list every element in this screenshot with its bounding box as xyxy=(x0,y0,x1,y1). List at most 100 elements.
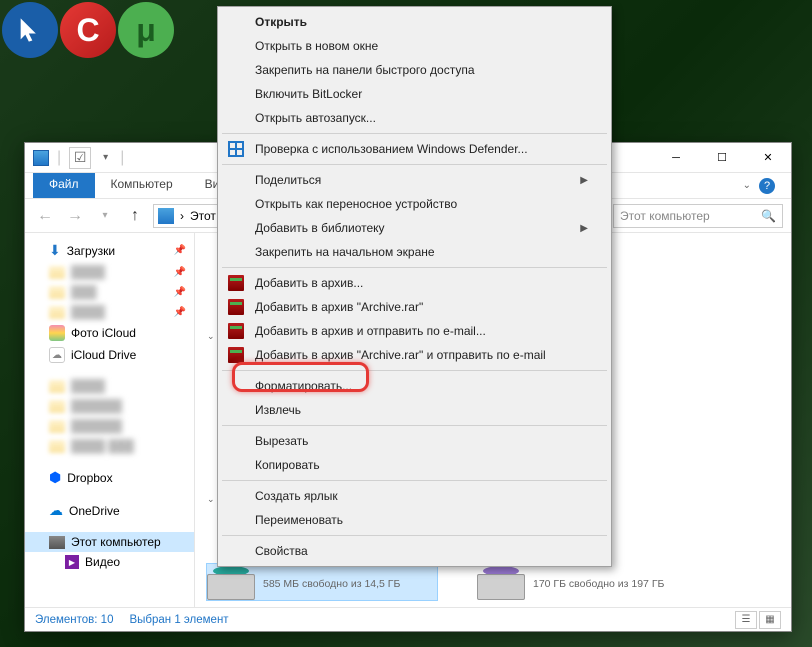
winrar-icon xyxy=(228,299,244,315)
drive-item[interactable]: 170 ГБ свободно из 197 ГБ xyxy=(477,564,707,600)
folder-icon xyxy=(49,380,65,393)
search-placeholder: Этот компьютер xyxy=(620,209,710,223)
chevron-down-icon: ⌄ xyxy=(207,331,215,342)
menu-item-add-archive-email[interactable]: Добавить в архив и отправить по e-mail..… xyxy=(221,319,608,343)
submenu-arrow-icon: ▶ xyxy=(580,223,588,234)
menu-item-cut[interactable]: Вырезать xyxy=(221,429,608,453)
search-icon: 🔍 xyxy=(761,209,776,223)
menu-item-format[interactable]: Форматировать... xyxy=(221,374,608,398)
sidebar-item-label: Видео xyxy=(85,555,120,569)
qat-dropdown-icon[interactable]: ▾ xyxy=(99,152,112,163)
view-details-button[interactable]: ☰ xyxy=(735,611,757,629)
menu-item-share[interactable]: Поделиться▶ xyxy=(221,168,608,192)
sidebar-item-folder[interactable]: ████ xyxy=(25,376,194,396)
sidebar-item-dropbox[interactable]: ⬢Dropbox xyxy=(25,466,194,489)
sidebar-item-video[interactable]: ▶Видео xyxy=(25,552,194,572)
titlebar-separator: | xyxy=(120,149,124,167)
sidebar-item-downloads[interactable]: ⬇ Загрузки 📌 xyxy=(25,239,194,262)
sidebar-item-label: iCloud Drive xyxy=(71,348,136,362)
menu-separator xyxy=(222,535,607,536)
menu-separator xyxy=(222,425,607,426)
status-bar: Элементов: 10 Выбран 1 элемент ☰ ▦ xyxy=(25,607,791,631)
help-icon[interactable]: ? xyxy=(759,178,775,194)
nav-forward-button[interactable]: → xyxy=(63,204,87,228)
sidebar-item-label: Этот компьютер xyxy=(71,535,161,549)
menu-item-autoplay[interactable]: Открыть автозапуск... xyxy=(221,106,608,130)
maximize-button[interactable]: ☐ xyxy=(699,143,745,173)
ribbon-collapse-icon[interactable]: ⌄ xyxy=(743,180,751,191)
menu-item-pin-quick-access[interactable]: Закрепить на панели быстрого доступа xyxy=(221,58,608,82)
drive-free-text: 585 МБ свободно из 14,5 ГБ xyxy=(263,578,400,590)
submenu-arrow-icon: ▶ xyxy=(580,175,588,186)
defender-icon xyxy=(228,141,244,157)
sidebar-item-folder[interactable]: ██████ xyxy=(25,416,194,436)
status-item-count: Элементов: 10 xyxy=(35,614,113,626)
context-menu: Открыть Открыть в новом окне Закрепить н… xyxy=(217,6,612,567)
menu-item-pin-start[interactable]: Закрепить на начальном экране xyxy=(221,240,608,264)
menu-item-eject[interactable]: Извлечь xyxy=(221,398,608,422)
menu-separator xyxy=(222,164,607,165)
menu-item-add-library[interactable]: Добавить в библиотеку▶ xyxy=(221,216,608,240)
sidebar-item-pinned[interactable]: ████📌 xyxy=(25,262,194,282)
address-separator: › xyxy=(180,209,184,223)
menu-separator xyxy=(222,133,607,134)
view-icons-button[interactable]: ▦ xyxy=(759,611,781,629)
taskbar-utorrent-icon[interactable]: μ xyxy=(118,2,174,58)
icloud-drive-icon: ☁ xyxy=(49,347,65,363)
sidebar-item-folder[interactable]: ████ ███ xyxy=(25,436,194,456)
sidebar-item-label: Фото iCloud xyxy=(71,326,136,340)
folder-icon xyxy=(49,400,65,413)
sidebar-item-icloud-drive[interactable]: ☁ iCloud Drive xyxy=(25,344,194,366)
sidebar-item-photo-icloud[interactable]: Фото iCloud xyxy=(25,322,194,344)
this-pc-icon xyxy=(49,536,65,549)
menu-item-add-archive-rar-email[interactable]: Добавить в архив "Archive.rar" и отправи… xyxy=(221,343,608,367)
menu-item-properties[interactable]: Свойства xyxy=(221,539,608,563)
winrar-icon xyxy=(228,323,244,339)
sidebar-item-label: OneDrive xyxy=(69,504,120,518)
chevron-down-icon: ⌄ xyxy=(207,494,215,505)
navigation-pane: ⬇ Загрузки 📌 ████📌 ███📌 ████📌 Фото iClou… xyxy=(25,233,195,607)
downloads-icon: ⬇ xyxy=(49,242,61,259)
minimize-button[interactable]: ─ xyxy=(653,143,699,173)
drive-item-selected[interactable]: 585 МБ свободно из 14,5 ГБ xyxy=(207,564,437,600)
onedrive-icon: ☁ xyxy=(49,502,63,519)
ribbon-tab-computer[interactable]: Компьютер xyxy=(95,173,189,198)
desktop-taskbar-icons: C μ xyxy=(0,0,176,60)
winrar-icon xyxy=(228,275,244,291)
folder-icon xyxy=(49,266,65,279)
menu-separator xyxy=(222,370,607,371)
sidebar-item-pinned[interactable]: ████📌 xyxy=(25,302,194,322)
menu-item-rename[interactable]: Переименовать xyxy=(221,508,608,532)
menu-item-copy[interactable]: Копировать xyxy=(221,453,608,477)
menu-item-open[interactable]: Открыть xyxy=(221,10,608,34)
menu-item-add-archive[interactable]: Добавить в архив... xyxy=(221,271,608,295)
taskbar-app-icon[interactable] xyxy=(2,2,58,58)
nav-recent-dropdown[interactable]: ▾ xyxy=(93,204,117,228)
sidebar-item-pinned[interactable]: ███📌 xyxy=(25,282,194,302)
status-selection: Выбран 1 элемент xyxy=(129,614,228,626)
taskbar-ccleaner-icon[interactable]: C xyxy=(60,2,116,58)
sidebar-item-folder[interactable]: ██████ xyxy=(25,396,194,416)
nav-back-button[interactable]: ← xyxy=(33,204,57,228)
folder-icon xyxy=(49,420,65,433)
menu-item-defender[interactable]: Проверка с использованием Windows Defend… xyxy=(221,137,608,161)
menu-item-create-shortcut[interactable]: Создать ярлык xyxy=(221,484,608,508)
pin-icon: 📌 xyxy=(174,307,186,318)
sidebar-item-this-pc[interactable]: Этот компьютер xyxy=(25,532,194,552)
folder-icon xyxy=(49,286,65,299)
qat-properties-icon[interactable]: ☑ xyxy=(69,147,91,169)
icloud-photo-icon xyxy=(49,325,65,341)
menu-item-bitlocker[interactable]: Включить BitLocker xyxy=(221,82,608,106)
pin-icon: 📌 xyxy=(174,287,186,298)
sidebar-item-onedrive[interactable]: ☁ OneDrive xyxy=(25,499,194,522)
sidebar-item-label: Загрузки xyxy=(67,244,115,258)
menu-item-open-new-window[interactable]: Открыть в новом окне xyxy=(221,34,608,58)
search-box[interactable]: Этот компьютер 🔍 xyxy=(613,204,783,228)
menu-item-portable-device[interactable]: Открыть как переносное устройство xyxy=(221,192,608,216)
close-button[interactable]: ✕ xyxy=(745,143,791,173)
sidebar-item-label: Dropbox xyxy=(67,471,112,485)
nav-up-button[interactable]: ↑ xyxy=(123,204,147,228)
drive-icon xyxy=(477,564,525,600)
ribbon-tab-file[interactable]: Файл xyxy=(33,173,95,198)
menu-item-add-archive-rar[interactable]: Добавить в архив "Archive.rar" xyxy=(221,295,608,319)
